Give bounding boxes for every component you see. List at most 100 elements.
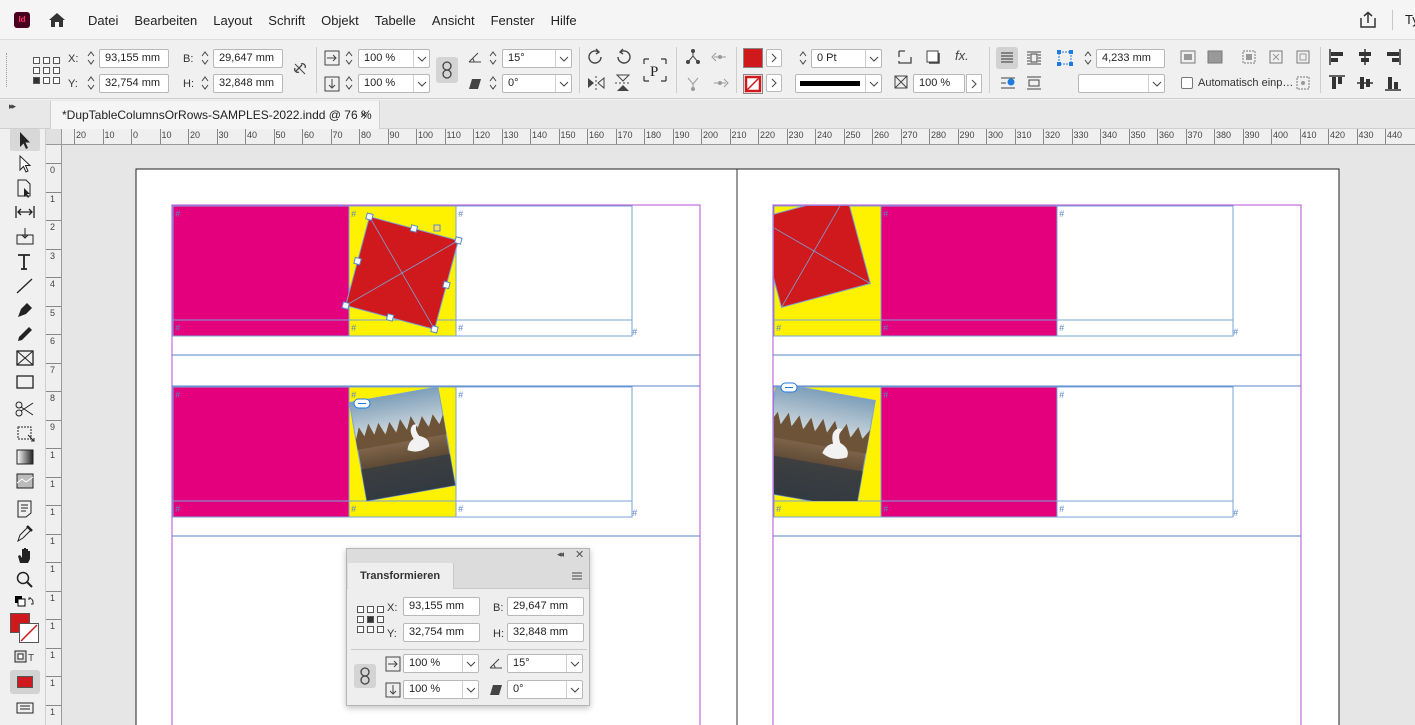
y-stepper-icon[interactable]	[85, 74, 97, 92]
w-stepper-icon[interactable]	[199, 49, 211, 67]
rotate-stepper-icon[interactable]	[487, 49, 499, 67]
type-tool-icon[interactable]	[14, 252, 36, 272]
document-canvas[interactable]: # # # # # # # # # # # # # # # # # # # # # # # # # #	[62, 145, 1415, 725]
align-vertical-centers-icon[interactable]	[1356, 74, 1374, 92]
horizontal-ruler[interactable]: 20 10 0 10 20 30 40 50 60 70 80 90 100 110 120 130 140 15…	[46, 129, 1415, 145]
select-previous-icon[interactable]	[711, 48, 729, 66]
rotate-field[interactable]: 15°	[502, 49, 572, 68]
direct-selection-icon[interactable]	[14, 154, 36, 174]
fill-swatch[interactable]	[743, 48, 763, 68]
opacity-menu-button[interactable]	[966, 74, 982, 93]
wrap-object-shape-icon[interactable]	[999, 74, 1017, 92]
panel-scale-y-field[interactable]: 100 %	[403, 680, 479, 699]
shear-field[interactable]: 0°	[502, 74, 572, 93]
menu-fenster[interactable]: Fenster	[483, 13, 543, 28]
select-content-icon[interactable]	[684, 74, 702, 92]
corner-options-icon[interactable]	[896, 48, 914, 66]
fill-menu-button[interactable]	[766, 49, 782, 67]
object-style-select[interactable]	[1078, 74, 1165, 93]
menu-layout[interactable]: Layout	[205, 13, 260, 28]
panel-reference-point-icon[interactable]	[357, 606, 384, 633]
center-content-icon[interactable]	[1294, 48, 1312, 66]
swan-image-frame[interactable]	[758, 383, 876, 509]
workspace-switcher[interactable]: Ty	[1405, 12, 1415, 27]
y-field[interactable]: 32,754 mm	[99, 74, 169, 93]
apply-color-button[interactable]	[10, 670, 40, 694]
close-tab-icon[interactable]: ×	[360, 101, 368, 129]
opacity-field[interactable]: 100 %	[913, 74, 965, 93]
panel-grip[interactable]	[6, 53, 9, 87]
screen-mode-icon[interactable]	[14, 701, 36, 715]
pencil-tool-icon[interactable]	[14, 324, 36, 344]
fit-frame-to-content-icon[interactable]	[1240, 48, 1258, 66]
rotate-ccw-icon[interactable]	[613, 48, 633, 66]
vertical-ruler[interactable]: 0 1 2 3 4 5 6 7 8 9 1 1 1 1 1 1 1 1 1 1	[46, 145, 62, 725]
menu-bearbeiten[interactable]: Bearbeiten	[126, 13, 205, 28]
fit-content-to-frame-icon[interactable]	[1267, 48, 1285, 66]
collapse-panel-icon[interactable]: ◂◂	[557, 549, 564, 560]
constrain-proportions-icon[interactable]	[292, 61, 308, 77]
table-right-top[interactable]	[758, 195, 1234, 337]
menu-objekt[interactable]: Objekt	[313, 13, 367, 28]
table-cell-empty[interactable]	[455, 386, 633, 518]
x-stepper-icon[interactable]	[85, 49, 97, 67]
flip-horizontal-icon[interactable]	[586, 74, 606, 92]
offset-field[interactable]: 4,233 mm	[1096, 49, 1165, 68]
drop-shadow-icon[interactable]	[924, 48, 942, 66]
page-tool-icon[interactable]	[14, 178, 36, 198]
free-transform-tool-icon[interactable]	[14, 423, 36, 443]
home-icon[interactable]	[47, 11, 67, 29]
h-field[interactable]: 32,848 mm	[213, 74, 283, 93]
line-tool-icon[interactable]	[14, 276, 36, 296]
align-left-edges-icon[interactable]	[1328, 48, 1346, 66]
menu-schrift[interactable]: Schrift	[260, 13, 313, 28]
fill-frame-proportionally-icon[interactable]	[1206, 48, 1224, 66]
menu-hilfe[interactable]: Hilfe	[543, 13, 585, 28]
share-icon[interactable]	[1358, 11, 1378, 29]
rectangle-frame-tool-icon[interactable]	[14, 348, 36, 368]
wrap-none-button[interactable]	[996, 47, 1018, 69]
gradient-feather-tool-icon[interactable]	[14, 471, 36, 491]
stroke-color-swatch[interactable]	[19, 623, 39, 643]
stroke-menu-button[interactable]	[766, 74, 782, 92]
fill-stroke-swatches[interactable]	[10, 613, 40, 643]
align-top-edges-icon[interactable]	[1328, 74, 1346, 92]
table-left-top[interactable]	[172, 205, 633, 337]
panel-constrain-button[interactable]	[354, 664, 376, 688]
eyedropper-tool-icon[interactable]	[14, 523, 36, 543]
stroke-swatch[interactable]	[743, 74, 763, 94]
auto-fit-icon[interactable]	[1053, 47, 1079, 69]
formatting-affects-container-icon[interactable]: T	[14, 649, 36, 665]
default-fill-stroke-icon[interactable]	[14, 595, 36, 609]
rotate-cw-icon[interactable]	[586, 48, 606, 66]
content-aware-fit-icon[interactable]	[1294, 74, 1312, 92]
stroke-type-select[interactable]	[795, 74, 882, 93]
document-tab[interactable]: *DupTableColumnsOrRows-SAMPLES-2022.indd…	[50, 101, 380, 129]
close-panel-icon[interactable]: ✕	[575, 548, 584, 561]
table-right-bottom[interactable]	[758, 382, 1234, 518]
panel-rotate-field[interactable]: 15°	[507, 654, 583, 673]
scissors-tool-icon[interactable]	[14, 399, 36, 419]
select-next-icon[interactable]	[711, 74, 729, 92]
gap-tool-icon[interactable]	[14, 202, 36, 222]
frame-handle[interactable]	[433, 224, 441, 232]
table-cell-magenta[interactable]	[173, 206, 349, 336]
table-left-bottom[interactable]	[172, 386, 633, 518]
auto-fit-checkbox[interactable]	[1181, 77, 1193, 89]
wrap-jump-object-icon[interactable]	[1025, 74, 1043, 92]
link-badge-icon[interactable]	[780, 382, 798, 393]
table-cell-empty[interactable]	[455, 205, 633, 337]
stroke-weight-field[interactable]: 0 Pt	[811, 49, 882, 68]
pen-tool-icon[interactable]	[14, 300, 36, 320]
stroke-weight-stepper-icon[interactable]	[797, 49, 809, 67]
menu-tabelle[interactable]: Tabelle	[367, 13, 424, 28]
link-badge-icon[interactable]	[353, 398, 371, 409]
fit-content-proportionally-icon[interactable]	[1179, 48, 1197, 66]
x-field[interactable]: 93,155 mm	[99, 49, 169, 68]
reference-point-icon[interactable]	[33, 57, 60, 84]
table-cell-empty[interactable]	[1056, 386, 1234, 518]
panel-shear-field[interactable]: 0°	[507, 680, 583, 699]
selection-tool[interactable]	[10, 129, 40, 151]
offset-stepper-icon[interactable]	[1082, 49, 1094, 67]
align-bottom-edges-icon[interactable]	[1384, 74, 1402, 92]
